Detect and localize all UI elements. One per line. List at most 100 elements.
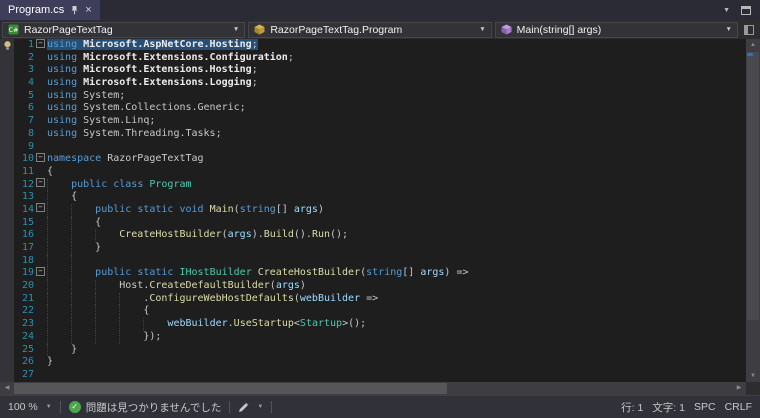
status-bar-right: 行: 1 文字: 1 SPC CRLF: [621, 400, 752, 415]
code-line[interactable]: 13 {: [0, 191, 746, 204]
code-line[interactable]: 23 webBuilder.UseStartup<Startup>();: [0, 318, 746, 331]
status-eol[interactable]: CRLF: [725, 401, 752, 413]
scroll-down-icon[interactable]: ▼: [746, 370, 760, 382]
horizontal-scrollbar-thumb[interactable]: [14, 383, 447, 394]
status-whitespace[interactable]: SPC: [694, 401, 716, 413]
fold-collapse-icon[interactable]: −: [36, 152, 45, 162]
tab-program-cs[interactable]: Program.cs ×: [0, 0, 100, 20]
indent-guide: [95, 292, 97, 306]
code-line[interactable]: 19− public static IHostBuilder CreateHos…: [0, 266, 746, 281]
divider: [229, 401, 231, 413]
code-line[interactable]: 2 using Microsoft.Extensions.Configuratio…: [0, 52, 746, 65]
token: using: [47, 89, 78, 101]
code-line[interactable]: 10− namespace RazorPageTextTag: [0, 152, 746, 166]
code-line[interactable]: 3 using Microsoft.Extensions.Hosting;: [0, 64, 746, 77]
member-dropdown[interactable]: Main(string[] args) ▼: [494, 21, 738, 38]
code-line[interactable]: 18: [0, 254, 746, 268]
fold-margin: [34, 356, 47, 369]
line-text: public class Program: [47, 179, 191, 190]
code-line[interactable]: 22 {: [0, 305, 746, 319]
edit-mode-button[interactable]: ▼: [238, 402, 263, 413]
line-number: 11: [21, 165, 34, 177]
code-line[interactable]: 6 using System.Collections.Generic;: [0, 102, 746, 115]
vertical-scrollbar[interactable]: ▲ ▼: [746, 39, 760, 382]
line-number: 22: [21, 305, 34, 317]
token: public static: [95, 267, 180, 279]
code-line[interactable]: 24 });: [0, 330, 746, 344]
fold-collapse-icon[interactable]: −: [36, 203, 45, 213]
indent-guide: [119, 292, 121, 306]
chevron-down-icon[interactable]: ▼: [726, 26, 732, 33]
token: ) =>: [444, 267, 469, 279]
fold-margin: [34, 115, 47, 128]
quick-actions-lightbulb-icon[interactable]: [0, 39, 14, 52]
glyph-margin: [0, 229, 14, 242]
code-health-indicator[interactable]: ✓ 問題は見つかりませんでした: [68, 400, 221, 415]
code-line[interactable]: 26}: [0, 356, 746, 369]
code-line[interactable]: 5 using System;: [0, 90, 746, 103]
fold-margin: −: [34, 266, 47, 280]
fold-collapse-icon[interactable]: −: [36, 178, 45, 188]
token: Microsoft.AspNetCore.Hosting: [77, 39, 252, 50]
selected-text: using Microsoft.AspNetCore.Hosting;: [47, 39, 258, 50]
code-line[interactable]: 14− public static void Main(string[] arg…: [0, 203, 746, 217]
code-line[interactable]: 17 }: [0, 242, 746, 255]
code-line[interactable]: 15 {: [0, 216, 746, 230]
scroll-right-icon[interactable]: ▶: [732, 382, 746, 395]
code-line[interactable]: 21 .ConfigureWebHostDefaults(webBuilder …: [0, 292, 746, 306]
code-line[interactable]: 1− using Microsoft.AspNetCore.Hosting;: [0, 39, 746, 52]
code-line[interactable]: 20 Host.CreateDefaultBuilder(args): [0, 280, 746, 293]
status-column[interactable]: 文字: 1: [652, 400, 685, 415]
scroll-left-icon[interactable]: ◀: [0, 382, 14, 395]
split-window-button[interactable]: [741, 22, 758, 38]
code-text: using Microsoft.AspNetCore.Hosting;: [47, 39, 746, 52]
status-line[interactable]: 行: 1: [621, 400, 643, 415]
code-text: CreateHostBuilder(args).Build().Run();: [47, 229, 746, 242]
fold-margin: [34, 344, 47, 357]
indent-guide: [47, 343, 48, 357]
code-line[interactable]: 27: [0, 369, 746, 382]
line-text: using Microsoft.Extensions.Configuration…: [47, 52, 294, 63]
line-text: {: [47, 217, 101, 228]
vertical-scrollbar-thumb[interactable]: [747, 52, 759, 320]
fold-margin: −: [34, 178, 47, 192]
token: System.Linq;: [77, 115, 156, 127]
fold-collapse-icon[interactable]: −: [36, 266, 45, 276]
code-line[interactable]: 9: [0, 141, 746, 154]
indent-guide: [143, 318, 145, 331]
code-editor[interactable]: 1− using Microsoft.AspNetCore.Hosting; 2 us…: [0, 39, 760, 395]
project-dropdown[interactable]: C# RazorPageTextTag ▼: [2, 21, 246, 38]
indent-guide: [71, 330, 73, 344]
token: using: [47, 115, 78, 127]
pin-icon[interactable]: [70, 5, 79, 15]
token: using: [47, 127, 78, 139]
code-line[interactable]: 11 {: [0, 166, 746, 179]
type-dropdown[interactable]: RazorPageTextTag.Program ▼: [248, 21, 492, 38]
code-line[interactable]: 7 using System.Linq;: [0, 115, 746, 128]
scroll-up-icon[interactable]: ▲: [746, 39, 760, 51]
token: System.Threading.Tasks;: [77, 127, 222, 139]
token: CreateHostBuilder: [257, 267, 361, 279]
close-icon[interactable]: ×: [85, 4, 91, 16]
chevron-down-icon[interactable]: ▼: [479, 26, 485, 33]
document-options-icon[interactable]: [741, 5, 751, 15]
token: ;: [251, 39, 258, 50]
chevron-down-icon[interactable]: ▼: [233, 26, 239, 33]
code-line[interactable]: 4 using Microsoft.Extensions.Logging;: [0, 77, 746, 90]
indent-guide: [47, 267, 48, 281]
horizontal-scrollbar[interactable]: ◀ ▶: [0, 382, 746, 395]
fold-collapse-icon[interactable]: −: [36, 39, 45, 48]
zoom-control[interactable]: 100 % ▼: [8, 401, 52, 413]
fold-margin: [34, 90, 47, 103]
code-line[interactable]: 16 CreateHostBuilder(args).Build().Run()…: [0, 229, 746, 242]
code-line[interactable]: 12− public class Program: [0, 178, 746, 192]
fold-margin: [34, 242, 47, 255]
glyph-margin: [0, 128, 14, 141]
glyph-margin: [0, 102, 14, 115]
active-files-dropdown-icon[interactable]: ▼: [723, 7, 730, 14]
code-line[interactable]: 8 using System.Threading.Tasks;: [0, 128, 746, 141]
glyph-margin: [0, 191, 14, 204]
token: using: [47, 102, 78, 114]
code-line[interactable]: 25 }: [0, 343, 746, 357]
token: using: [47, 39, 78, 50]
